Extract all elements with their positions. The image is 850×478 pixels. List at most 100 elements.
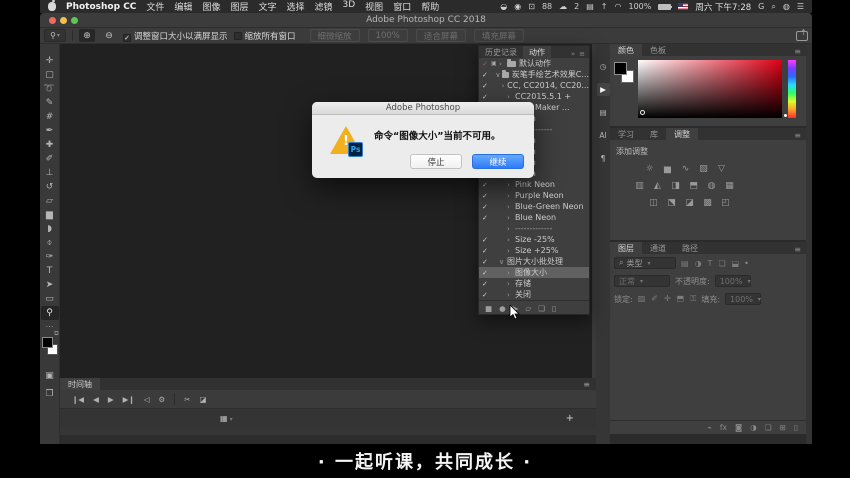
tab-color[interactable]: 颜色: [610, 44, 642, 56]
adjustment-icon[interactable]: ▥: [634, 181, 645, 191]
menu-item[interactable]: 文件: [146, 0, 164, 13]
checkbox-unchecked[interactable]: [234, 32, 242, 40]
toggle-item-check[interactable]: ✓: [482, 269, 491, 277]
tab-swatches[interactable]: 色板: [642, 44, 674, 56]
cloud-icon[interactable]: ☁: [559, 2, 567, 11]
stop-button[interactable]: 停止: [410, 154, 462, 169]
expand-arrow-icon[interactable]: ›: [507, 214, 515, 222]
marquee-tool[interactable]: ▢: [41, 68, 59, 82]
menu-item[interactable]: 滤镜: [315, 0, 333, 13]
filter-toggle-icon[interactable]: •: [744, 259, 749, 268]
toggle-item-check[interactable]: ✓: [482, 214, 491, 222]
lock-icon[interactable]: ▨: [638, 294, 646, 304]
hue-slider-marker[interactable]: [784, 114, 787, 117]
eraser-tool[interactable]: ▱: [41, 194, 59, 208]
zoom-100-button[interactable]: 100%: [368, 29, 408, 42]
gradient-tool[interactable]: ▆: [41, 208, 59, 222]
adjustment-icon[interactable]: ▽: [716, 164, 727, 174]
pen-tool[interactable]: ✑: [41, 250, 59, 264]
toggle-item-check[interactable]: ✓: [482, 60, 491, 68]
color-swatches[interactable]: ⧉: [41, 337, 59, 359]
adjustment-layer-icon[interactable]: ◑: [750, 423, 757, 432]
adjustment-icon[interactable]: ◍: [706, 181, 717, 191]
timeline-track-area[interactable]: ▦ +: [60, 408, 596, 430]
adjustment-icon[interactable]: ◪: [684, 198, 695, 208]
play-icon[interactable]: ▶: [108, 395, 114, 404]
properties-panel-icon[interactable]: ▤: [597, 106, 610, 119]
blur-tool[interactable]: ◗: [41, 222, 59, 236]
badge-count[interactable]: 2: [574, 2, 579, 11]
adjustment-icon[interactable]: ◨: [670, 181, 681, 191]
spotlight-icon[interactable]: ⌕: [771, 2, 775, 12]
toggle-item-check[interactable]: ✓: [482, 82, 488, 90]
grid-icon[interactable]: 88: [542, 2, 552, 11]
status-icon[interactable]: ⊡: [528, 2, 535, 11]
filter-icon[interactable]: ❏: [718, 259, 725, 268]
toggle-item-check[interactable]: ✓: [482, 291, 491, 299]
panel-menu-icon[interactable]: ≡: [579, 50, 585, 58]
panel-menu-icon[interactable]: ≡: [794, 245, 801, 254]
filter-type-select[interactable]: ⌕ 类型: [614, 257, 676, 269]
menu-item[interactable]: 窗口: [393, 0, 411, 13]
fit-screen-button[interactable]: 适合屏幕: [416, 29, 466, 42]
upload-icon[interactable]: ↑: [601, 2, 608, 11]
adjustment-icon[interactable]: ◭: [652, 181, 663, 191]
add-media-button[interactable]: +: [566, 413, 574, 424]
new-set-icon[interactable]: ▱: [525, 304, 531, 313]
toggle-item-check[interactable]: ✓: [482, 192, 491, 200]
quick-mask-icon[interactable]: ▣: [41, 369, 59, 383]
filter-icon[interactable]: ▤: [681, 259, 689, 268]
tab-libraries[interactable]: 库: [642, 128, 666, 140]
status-icon[interactable]: ◉: [514, 2, 521, 11]
split-clip-icon[interactable]: ✂: [184, 395, 190, 404]
expand-arrow-icon[interactable]: ∨: [499, 258, 507, 266]
toggle-item-check[interactable]: ✓: [482, 236, 491, 244]
transition-icon[interactable]: ◪: [200, 395, 207, 404]
expand-arrow-icon[interactable]: ›: [507, 247, 515, 255]
input-language-flag-icon[interactable]: [678, 3, 688, 10]
adjustment-icon[interactable]: ▦: [724, 181, 735, 191]
adjustment-icon[interactable]: ☼: [644, 164, 655, 174]
eyedropper-tool[interactable]: ✒: [41, 124, 59, 138]
action-row[interactable]: › -------------: [479, 223, 589, 234]
delete-layer-icon[interactable]: ▯: [794, 423, 798, 432]
prev-frame-icon[interactable]: ◀: [93, 395, 99, 404]
adjustment-icon[interactable]: ▧: [698, 164, 709, 174]
new-layer-icon[interactable]: ⊞: [780, 423, 786, 432]
zoom-out-button[interactable]: ⊖: [101, 29, 117, 42]
tab-layers[interactable]: 图层: [610, 242, 642, 254]
adjustment-icon[interactable]: ⬔: [666, 198, 677, 208]
tab-history[interactable]: 历史记录: [479, 46, 523, 58]
mute-icon[interactable]: ◁: [144, 395, 150, 404]
tab-timeline[interactable]: 时间轴: [60, 378, 100, 390]
modal-control-icon[interactable]: ▣: [491, 60, 499, 67]
history-panel-icon[interactable]: ◷: [597, 60, 610, 73]
zoom-all-windows-checkbox[interactable]: 缩放所有窗口: [234, 30, 296, 42]
hue-slider[interactable]: [788, 60, 796, 118]
g-icon[interactable]: G: [758, 2, 764, 12]
action-row[interactable]: ✓ › Size +25%: [479, 245, 589, 256]
crop-tool[interactable]: #: [41, 110, 59, 124]
action-row[interactable]: ✓ ∨ 图片大小批处理: [479, 256, 589, 267]
foreground-color-swatch[interactable]: [42, 337, 53, 348]
action-row[interactable]: ✓ › CC, CC2014, CC20...: [479, 80, 589, 91]
expand-arrow-icon[interactable]: ›: [507, 203, 515, 211]
frame-rate-select[interactable]: ▦: [220, 414, 233, 423]
history-brush-tool[interactable]: ↺: [41, 180, 59, 194]
expand-arrow-icon[interactable]: ›: [507, 269, 515, 277]
color-picker-ring[interactable]: [640, 110, 645, 115]
expand-arrow-icon[interactable]: ›: [507, 280, 515, 288]
menu-item[interactable]: 图像: [202, 0, 220, 13]
action-row[interactable]: ✓ › CC2015.5.1 +: [479, 91, 589, 102]
layer-mask-icon[interactable]: ◙: [735, 423, 742, 432]
menu-item[interactable]: 图层: [230, 0, 248, 13]
opacity-input[interactable]: 100%: [715, 275, 751, 287]
shape-tool[interactable]: ▭: [41, 292, 59, 306]
menu-item[interactable]: 选择: [286, 0, 304, 13]
action-row[interactable]: ✓ ∨ 炭笔手绘艺术效果C...: [479, 69, 589, 80]
apple-logo-icon[interactable]: [48, 2, 56, 11]
path-select-tool[interactable]: ➤: [41, 278, 59, 292]
tab-actions[interactable]: 动作: [523, 46, 551, 58]
collapse-panel-icon[interactable]: »: [571, 50, 575, 58]
minimize-button[interactable]: [60, 17, 67, 24]
